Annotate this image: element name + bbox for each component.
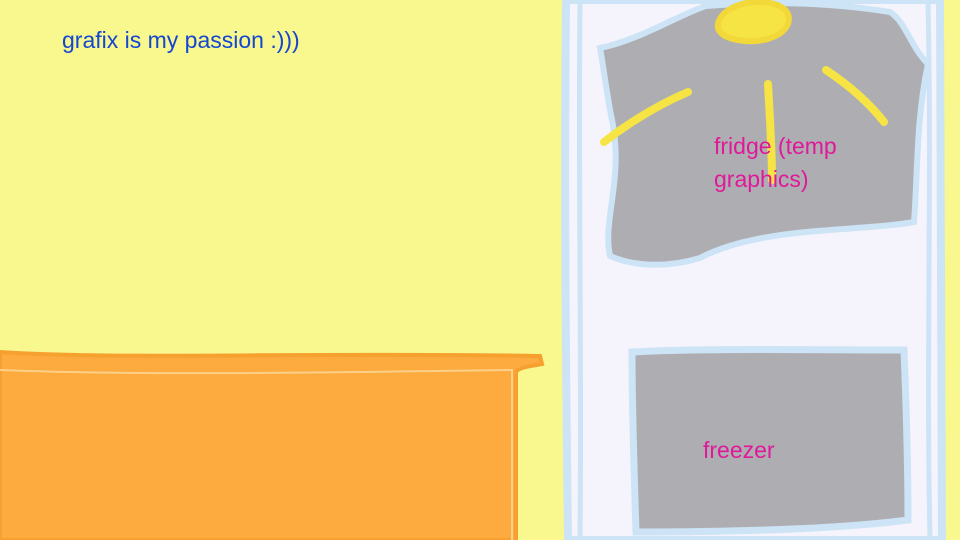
fridge-appliance-inner-outline [576, 1, 584, 539]
fridge-appliance-side-outline [925, 1, 933, 539]
fridge-light-bulb [714, 0, 792, 45]
freezer-label: freezer [703, 437, 775, 463]
counter[interactable] [0, 349, 545, 540]
game-scene: grafix is my passion :))) fridge (temp g… [0, 0, 960, 540]
fridge-label: fridge (temp graphics) [714, 133, 837, 192]
caption-text: grafix is my passion :))) [62, 27, 300, 53]
scene-drawing [0, 0, 960, 540]
